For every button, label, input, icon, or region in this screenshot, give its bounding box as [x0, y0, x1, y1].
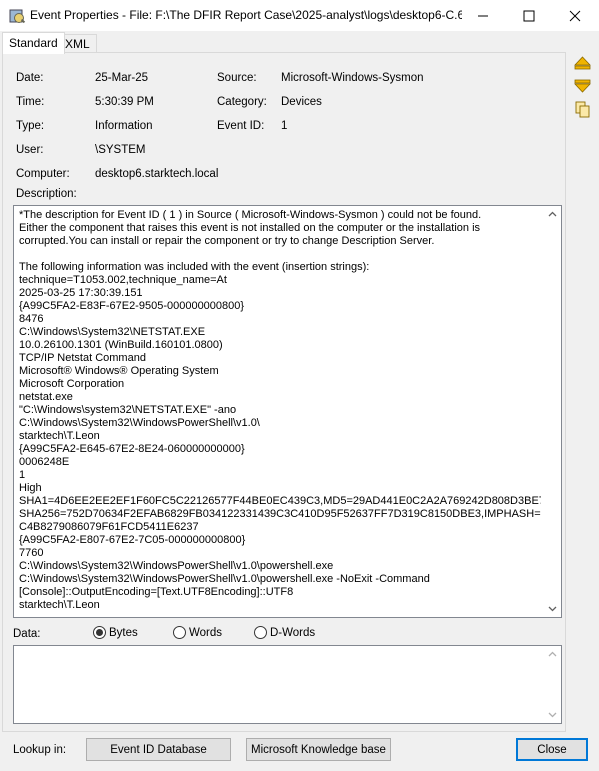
minimize-button[interactable]	[460, 0, 506, 31]
time-value: 5:30:39 PM	[95, 96, 154, 108]
radio-bytes-label: Bytes	[109, 626, 138, 639]
radio-bytes[interactable]: Bytes	[93, 626, 138, 639]
time-label: Time:	[16, 96, 45, 108]
copy-icon	[575, 101, 590, 118]
date-label: Date:	[16, 72, 44, 84]
next-event-button[interactable]	[573, 76, 592, 95]
arrow-up-icon	[574, 55, 591, 69]
event-viewer-icon	[9, 9, 26, 24]
computer-label: Computer:	[16, 168, 70, 180]
description-scrollbar[interactable]	[544, 206, 561, 617]
title-bar: Event Properties - File: F:\The DFIR Rep…	[0, 0, 599, 31]
data-label: Data:	[13, 628, 41, 640]
microsoft-knowledge-base-button[interactable]: Microsoft Knowledge base	[246, 738, 391, 761]
radio-bytes-circle	[93, 626, 106, 639]
description-text: *The description for Event ID ( 1 ) in S…	[19, 209, 541, 611]
radio-dwords[interactable]: D-Words	[254, 626, 315, 639]
source-label: Source:	[217, 72, 257, 84]
scroll-down-icon[interactable]	[547, 603, 558, 614]
category-value: Devices	[281, 96, 322, 108]
minimize-icon	[478, 15, 488, 16]
arrow-down-icon	[574, 79, 591, 93]
event-id-label: Event ID:	[217, 120, 265, 132]
type-label: Type:	[16, 120, 45, 132]
computer-value: desktop6.starktech.local	[95, 168, 219, 180]
scroll-up-icon[interactable]	[547, 209, 558, 220]
event-id-value: 1	[281, 120, 288, 132]
scroll-up-icon[interactable]	[547, 649, 558, 660]
close-button[interactable]: Close	[516, 738, 588, 761]
type-value: Information	[95, 120, 153, 132]
radio-words-circle	[173, 626, 186, 639]
radio-selected-dot	[96, 629, 103, 636]
user-value: \SYSTEM	[95, 144, 146, 156]
maximize-icon	[523, 10, 535, 21]
previous-event-button[interactable]	[573, 53, 592, 72]
data-textbox[interactable]	[13, 645, 562, 724]
maximize-button[interactable]	[506, 0, 552, 31]
event-id-database-button[interactable]: Event ID Database	[86, 738, 231, 761]
radio-dwords-label: D-Words	[270, 626, 316, 639]
tab-strip: Standard XML	[0, 32, 599, 54]
close-icon	[569, 10, 581, 21]
date-value: 25-Mar-25	[95, 72, 149, 84]
scroll-down-icon[interactable]	[547, 709, 558, 720]
tab-standard[interactable]: Standard	[2, 32, 65, 54]
data-scrollbar[interactable]	[544, 646, 561, 723]
radio-dwords-circle	[254, 626, 267, 639]
radio-words-label: Words	[189, 626, 223, 639]
category-label: Category:	[217, 96, 267, 108]
user-label: User:	[16, 144, 44, 156]
source-value: Microsoft-Windows-Sysmon	[281, 72, 424, 84]
lookup-label: Lookup in:	[13, 744, 67, 756]
description-textbox[interactable]: *The description for Event ID ( 1 ) in S…	[13, 205, 562, 618]
close-window-button[interactable]	[552, 0, 598, 31]
description-label: Description:	[16, 188, 77, 200]
copy-button[interactable]	[573, 100, 592, 119]
window-title: Event Properties - File: F:\The DFIR Rep…	[30, 8, 462, 22]
radio-words[interactable]: Words	[173, 626, 222, 639]
